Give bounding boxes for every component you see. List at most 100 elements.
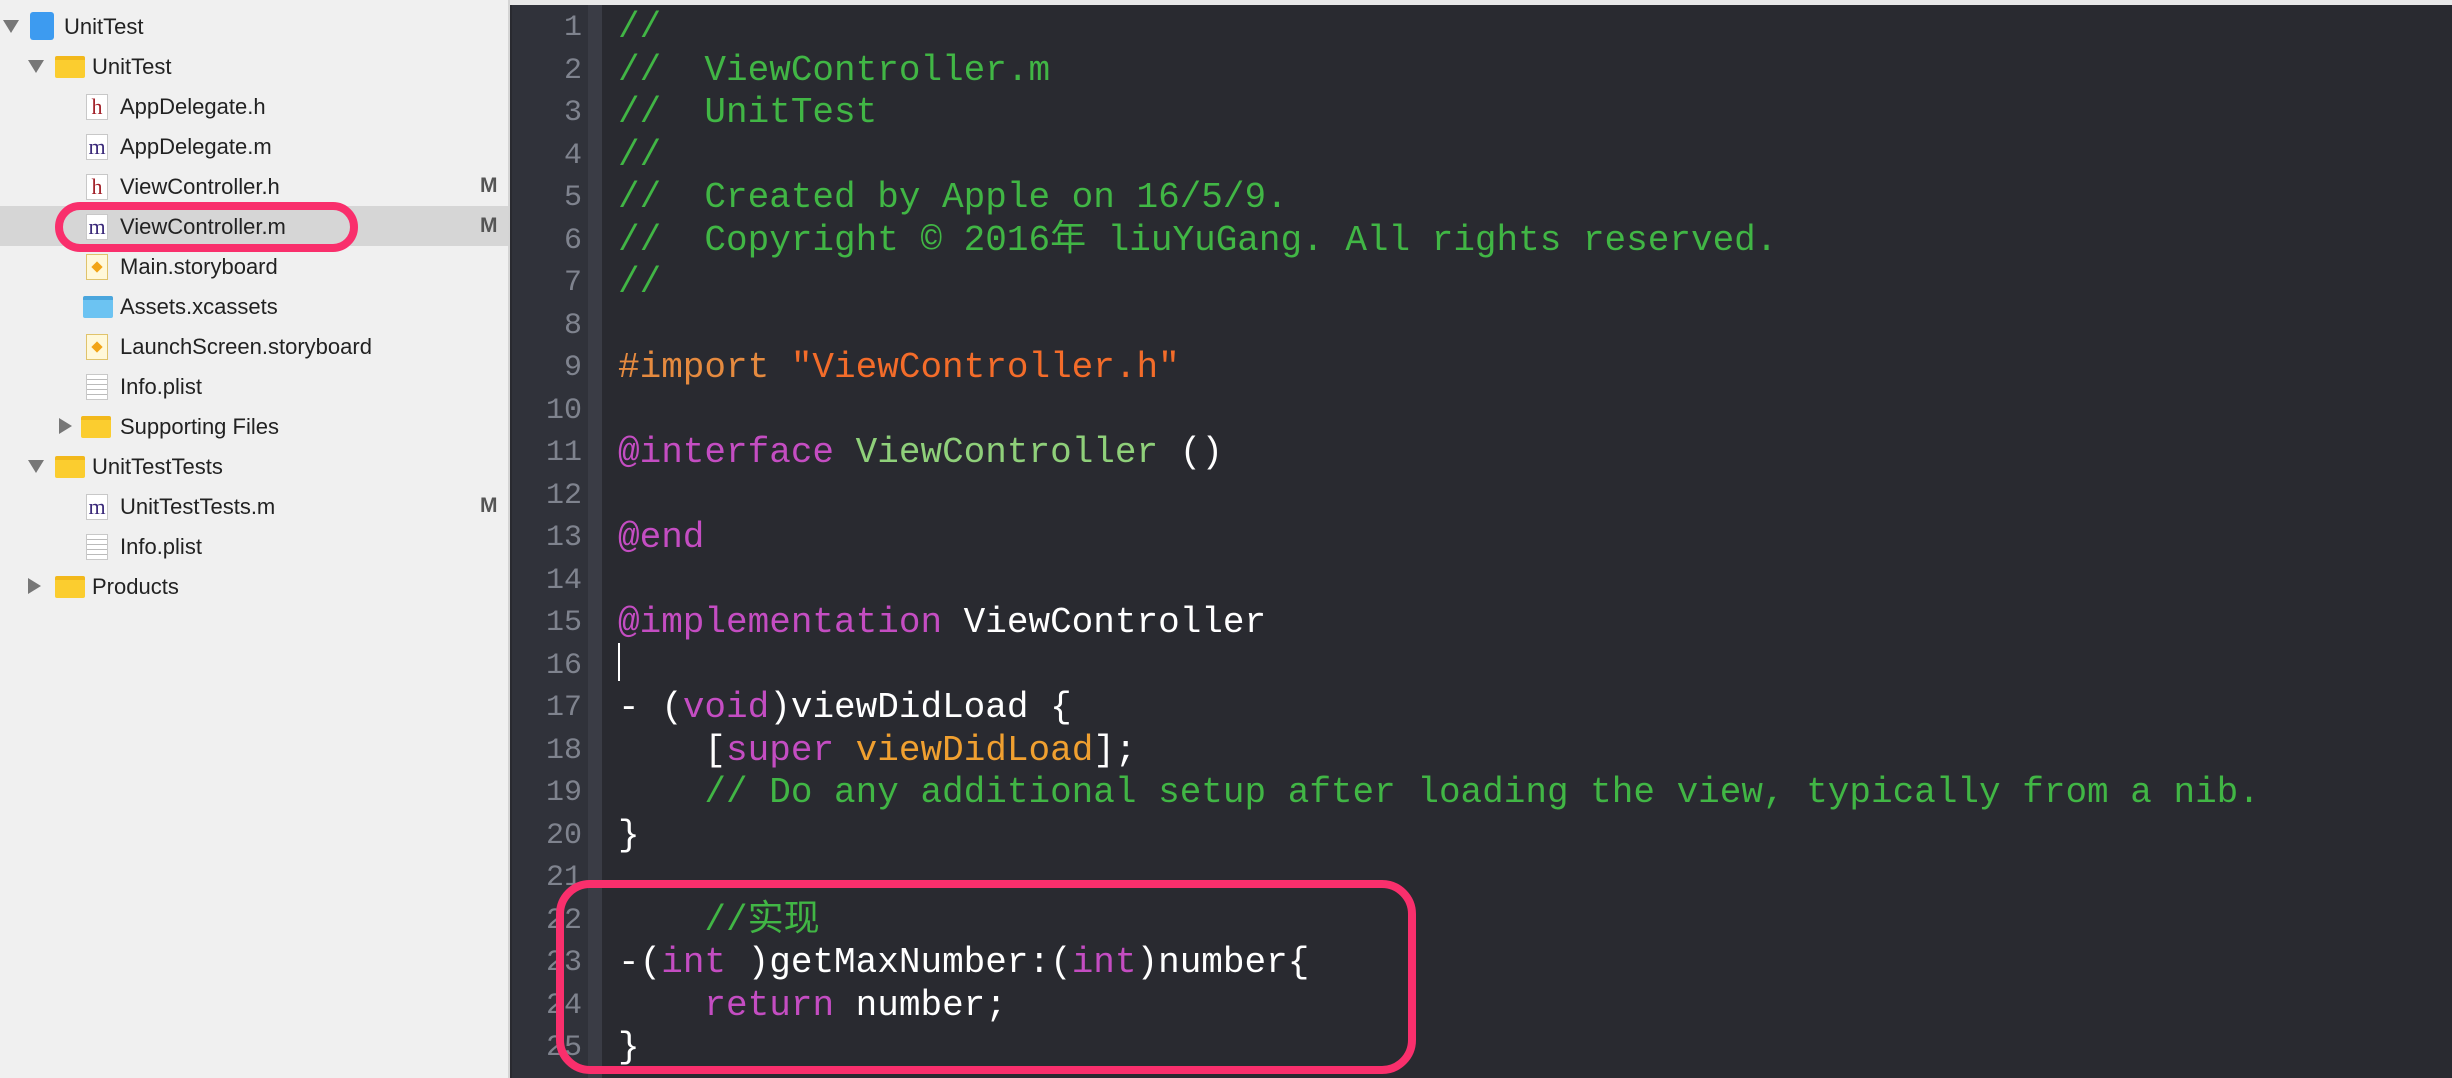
code-token-pre: #import [618, 347, 791, 388]
line-number: 20 [545, 818, 582, 853]
code-token-meth: viewDidLoad [855, 729, 1094, 771]
navigator-item-label: Info.plist [120, 374, 202, 399]
disclosure-triangle-icon[interactable] [28, 578, 41, 594]
highlight-annotation-code [556, 880, 1416, 1074]
code-token-comment: // [618, 262, 662, 303]
code-token-comment: // Do any additional setup after loading… [704, 772, 2260, 813]
code-token-kw: void [682, 687, 770, 728]
objc-file-icon: m [86, 494, 108, 520]
code-line[interactable]: @implementation ViewController [618, 602, 1266, 644]
navigator-item[interactable]: Supporting Files [0, 406, 508, 446]
code-token-plain: } [618, 814, 640, 856]
line-number: 12 [545, 478, 582, 513]
code-line[interactable]: // [618, 262, 661, 304]
line-number: 18 [545, 733, 582, 768]
navigator-item-label: AppDelegate.m [120, 134, 272, 159]
code-line[interactable]: // UnitTest [618, 92, 877, 134]
code-line[interactable]: // [618, 7, 661, 49]
folder-icon [55, 56, 85, 78]
navigator-item-label: LaunchScreen.storyboard [120, 334, 372, 359]
line-number: 7 [563, 266, 582, 300]
code-token-str: "ViewController.h" [790, 347, 1180, 388]
line-number: 16 [545, 648, 582, 683]
line-number: 13 [545, 521, 582, 555]
disclosure-triangle-icon[interactable] [59, 418, 72, 434]
line-number: 4 [563, 138, 582, 173]
line-number: 11 [545, 436, 582, 470]
line-number: 10 [545, 393, 582, 428]
objc-file-icon: m [86, 134, 108, 160]
code-token-comment: // [618, 7, 662, 48]
folder-icon [55, 576, 85, 598]
code-line[interactable]: // Copyright © 2016年 liuYuGang. All righ… [618, 220, 1777, 262]
navigator-item-label: UnitTestTests.m [120, 494, 276, 519]
disclosure-triangle-icon[interactable] [3, 20, 19, 33]
code-token-comment: // ViewController.m [618, 49, 1051, 91]
navigator-item[interactable]: UnitTestTests [0, 446, 508, 486]
text-cursor [618, 643, 620, 681]
code-token-plain: )viewDidLoad { [769, 687, 1072, 728]
line-number: 5 [563, 181, 582, 215]
navigator-item-label: Products [92, 574, 179, 599]
header-file-icon: h [86, 174, 108, 200]
navigator-item-label: ViewController.h [120, 174, 280, 199]
disclosure-triangle-icon[interactable] [28, 60, 44, 73]
code-line[interactable]: #import "ViewController.h" [618, 347, 1180, 389]
code-token-comment: // Created by Apple on 16/5/9. [618, 177, 1288, 218]
code-line[interactable]: @end [618, 517, 704, 559]
navigator-item[interactable]: Products [0, 566, 508, 606]
navigator-item[interactable]: Info.plist [0, 526, 508, 566]
code-token-plain: [ [618, 729, 727, 771]
project-icon [30, 12, 54, 40]
line-number: 17 [545, 691, 582, 725]
navigator-item[interactable]: UnitTest [0, 46, 508, 86]
code-token-comment: // Copyright © 2016年 liuYuGang. All righ… [618, 219, 1778, 261]
code-line[interactable]: [super viewDidLoad]; [618, 729, 1137, 772]
plist-icon [86, 534, 108, 560]
scm-status-badge: M [480, 214, 498, 237]
code-token-kw: @end [618, 517, 705, 558]
code-token-kw: @implementation [618, 602, 943, 643]
navigator-item[interactable]: Assets.xcassets [0, 286, 508, 326]
line-number: 8 [563, 308, 582, 343]
line-number: 14 [545, 563, 582, 598]
code-line[interactable]: // ViewController.m [618, 50, 1050, 92]
storyboard-icon [86, 254, 108, 280]
code-line[interactable]: - (void)viewDidLoad { [618, 687, 1072, 729]
navigator-item[interactable]: m UnitTestTests.m M [0, 486, 508, 526]
code-token-plain: ViewController [942, 602, 1267, 643]
navigator-item-label: UnitTest [92, 54, 172, 79]
project-navigator: UnitTest UnitTest h AppDelegate.h m AppDelega… [0, 0, 510, 1078]
scm-status-badge: M [480, 174, 498, 197]
code-token-plain: ]; [1093, 729, 1137, 771]
scm-status-badge: M [480, 494, 498, 517]
navigator-item[interactable]: LaunchScreen.storyboard [0, 326, 508, 366]
navigator-item[interactable]: h AppDelegate.h [0, 86, 508, 126]
navigator-item-label: Assets.xcassets [120, 294, 278, 319]
navigator-item[interactable]: Main.storyboard [0, 246, 508, 286]
disclosure-triangle-icon[interactable] [28, 460, 44, 473]
navigator-item[interactable]: h ViewController.h M [0, 166, 508, 206]
code-line[interactable]: // Do any additional setup after loading… [618, 772, 2260, 814]
code-line[interactable]: } [618, 815, 640, 857]
code-token-kw: @interface [618, 432, 835, 473]
line-number: 3 [563, 96, 582, 130]
navigator-item[interactable]: m AppDelegate.m [0, 126, 508, 166]
line-number: 6 [563, 223, 582, 258]
navigator-item[interactable]: UnitTest [0, 6, 508, 46]
highlight-annotation-file [55, 202, 358, 252]
line-number: 1 [563, 11, 582, 45]
editor-top-border [510, 0, 2452, 5]
navigator-item[interactable]: Info.plist [0, 366, 508, 406]
code-line[interactable]: // [618, 135, 661, 177]
code-token-comment: // UnitTest [618, 92, 878, 133]
code-line[interactable]: @interface ViewController () [618, 432, 1223, 474]
plist-icon [86, 374, 108, 400]
header-file-icon: h [86, 94, 108, 120]
storyboard-icon [86, 334, 108, 360]
asset-catalog-icon [83, 296, 113, 318]
folder-icon [55, 456, 85, 478]
code-line[interactable]: // Created by Apple on 16/5/9. [618, 177, 1288, 219]
code-token-plain: - ( [618, 687, 683, 728]
